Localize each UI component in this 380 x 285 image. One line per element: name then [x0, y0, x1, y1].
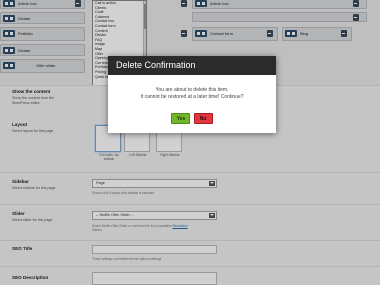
- dialog-title: Delete Confirmation: [108, 56, 276, 75]
- delete-confirmation-dialog: Delete Confirmation You are about to del…: [108, 56, 276, 133]
- dialog-message: You are about to delete this item. It ca…: [108, 75, 276, 101]
- dialog-message-line-2: It cannot be restored at a later time! C…: [140, 94, 244, 100]
- no-button[interactable]: No: [193, 113, 213, 124]
- modal-backdrop[interactable]: [0, 0, 380, 285]
- dialog-message-line-1: You are about to delete this item.: [155, 87, 229, 93]
- yes-button[interactable]: Yes: [171, 113, 191, 124]
